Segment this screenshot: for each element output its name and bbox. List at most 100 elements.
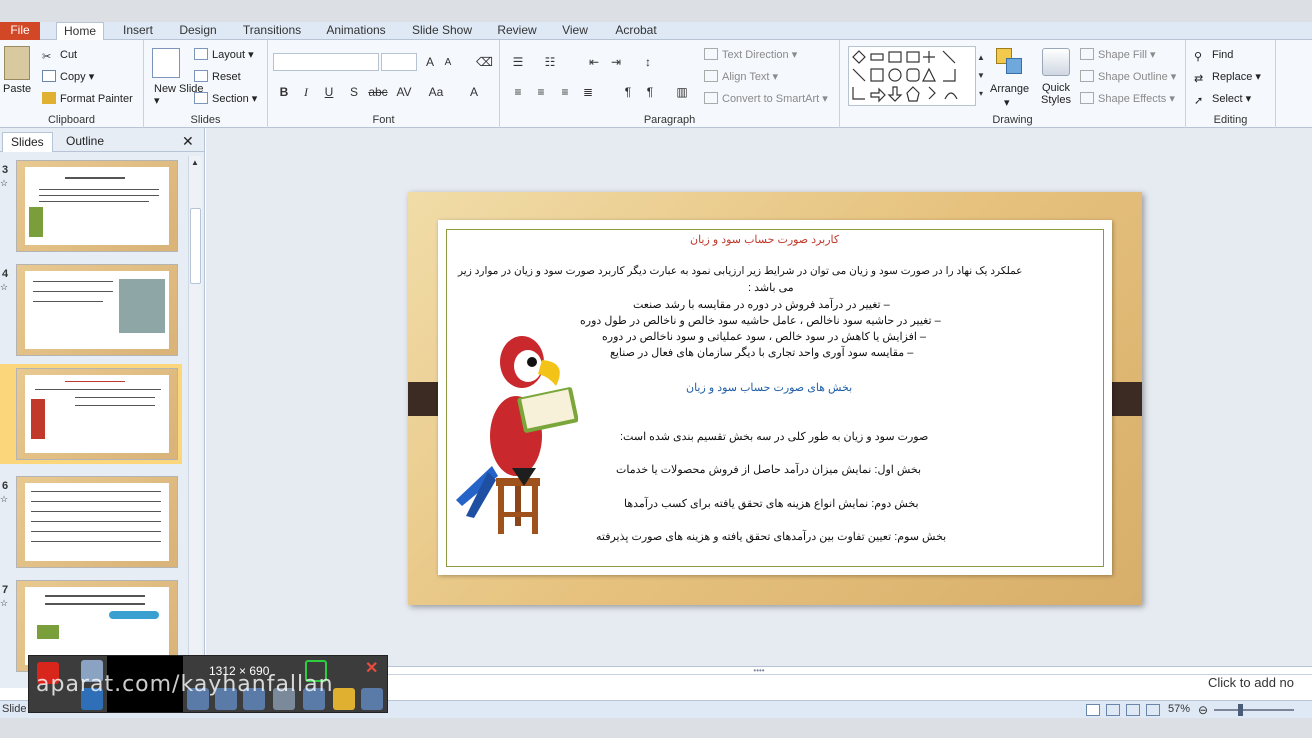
tab-home[interactable]: Home [56,22,104,41]
format-painter-button[interactable]: Format Painter [42,92,133,106]
layout-button[interactable]: Layout ▾ [194,48,254,62]
shrink-font-icon[interactable]: A [440,55,456,71]
section-button[interactable]: Section ▾ [194,92,257,106]
select-label: Select [1212,93,1243,105]
tab-animations[interactable]: Animations [322,22,390,40]
increase-indent-icon[interactable]: ⇥ [608,54,624,70]
shapes-gallery[interactable] [848,46,976,106]
tab-view[interactable]: View [556,22,594,40]
numbering-icon[interactable]: ☷ [542,54,558,70]
cut-button[interactable]: ✂ Cut [42,48,77,63]
shape-effects-button[interactable]: Shape Effects ▾ [1080,92,1175,106]
slide-sorter-icon[interactable] [1106,704,1120,716]
gallery-more-icon[interactable]: ▾ [976,86,986,102]
paste-icon [4,46,30,80]
text-direction-button[interactable]: Text Direction ▾ [704,48,797,62]
zoom-level[interactable]: 57% [1168,703,1190,715]
font-name-combo[interactable] [273,53,379,71]
font-group-label: Font [372,114,395,126]
tab-outline[interactable]: Outline [58,132,112,152]
slide-thumbnail-selected[interactable] [16,368,178,460]
reset-button[interactable]: Reset [194,70,241,84]
slide-thumbnail[interactable] [16,476,178,568]
shadow-icon[interactable]: S [346,84,362,100]
scroll-thumb[interactable] [190,208,201,284]
bullets-icon[interactable]: ☰ [510,54,526,70]
reading-view-icon[interactable] [1126,704,1140,716]
zoom-out-icon[interactable]: ⊖ [1198,703,1208,717]
columns-icon[interactable]: ▥ [674,84,690,100]
arrange-icon [996,48,1024,76]
align-left-icon[interactable]: ≡ [510,84,526,100]
section-icon [194,92,208,104]
gallery-down-icon[interactable]: ▼ [976,68,986,84]
tab-file[interactable]: File [0,22,40,40]
justify-icon[interactable]: ≣ [580,84,596,100]
text-direction-label: Text Direction [722,49,789,61]
animation-star-icon: ☆ [0,178,9,188]
underline-icon[interactable]: U [321,84,337,100]
char-spacing-icon[interactable]: AV [394,84,414,100]
replace-button[interactable]: ⇄ Replace ▾ [1194,70,1261,85]
shape-effects-icon [1080,92,1094,104]
normal-view-icon[interactable] [1086,704,1100,716]
grow-font-icon[interactable]: A [422,54,438,70]
align-right-icon[interactable]: ≡ [557,84,573,100]
font-color-icon[interactable]: A [466,84,482,100]
shape-fill-button[interactable]: Shape Fill ▾ [1080,48,1156,62]
recorder-close-icon[interactable]: ✕ [365,658,378,678]
parrot-illustration [456,336,578,534]
ltr-icon[interactable]: ¶ [620,84,636,100]
quick-styles-icon [1042,48,1070,76]
notes-placeholder: Click to add no [1208,675,1294,690]
tab-transitions[interactable]: Transitions [238,22,306,40]
slide-thumbnail[interactable] [16,264,178,356]
zoom-slider[interactable] [1214,709,1294,711]
tab-insert[interactable]: Insert [118,22,158,40]
decrease-indent-icon[interactable]: ⇤ [586,54,602,70]
find-label: Find [1212,49,1234,61]
convert-smartart-button[interactable]: Convert to SmartArt ▾ [704,92,828,106]
align-center-icon[interactable]: ≡ [533,84,549,100]
quick-styles-button[interactable]: Quick Styles [1038,82,1074,106]
current-slide[interactable]: کاربرد صورت حساب سود و زیان عملکرد یک نه… [408,192,1142,605]
tab-acrobat[interactable]: Acrobat [610,22,662,40]
arrange-label: Arrange [990,83,1030,95]
clear-format-icon[interactable]: ⌫ [476,54,493,70]
tab-review[interactable]: Review [494,22,540,40]
slide-paragraph-2: بخش اول: نمایش میزان درآمد حاصل از فروش … [616,464,922,476]
rtl-icon[interactable]: ¶ [642,84,658,100]
find-button[interactable]: ⚲ Find [1194,48,1234,63]
gallery-up-icon[interactable]: ▲ [976,50,986,66]
folder-icon[interactable] [333,688,355,710]
close-panel-icon[interactable]: ✕ [182,132,194,152]
thumbnail-scrollbar[interactable]: ▲ [188,156,202,686]
zoom-slider-thumb[interactable] [1238,704,1243,716]
slideshow-view-icon[interactable] [1146,704,1160,716]
slide-thumbnail[interactable] [16,160,178,252]
tab-slides[interactable]: Slides [2,132,53,152]
shape-outline-button[interactable]: Shape Outline ▾ [1080,70,1176,84]
paragraph-group: ☰ ☷ ⇤ ⇥ ↕ ≡ ≡ ≡ ≣ ¶ ¶ ▥ Text Direction ▾… [500,40,840,128]
tab-design[interactable]: Design [176,22,220,40]
scroll-up-icon[interactable]: ▲ [191,158,200,167]
bold-icon[interactable]: B [276,84,292,100]
tab-slide-show[interactable]: Slide Show [408,22,476,40]
brush-icon [42,92,56,104]
copy-label: Copy [60,71,86,83]
change-case-icon[interactable]: Aa [426,84,446,100]
line-spacing-icon[interactable]: ↕ [640,54,656,70]
settings-gear-icon[interactable] [361,688,383,710]
align-text-button[interactable]: Align Text ▾ [704,70,778,84]
shape-effects-label: Shape Effects [1098,93,1167,105]
slides-panel: Slides Outline ✕ 3 ☆ 4 ☆ 5 ☆ 6 ☆ 7 ☆ 8 ▲ [0,128,205,688]
slide-indicator: Slide [2,703,27,715]
arrange-button[interactable]: Arrange ▾ [990,82,1029,110]
paste-button[interactable]: Paste [3,82,31,96]
strikethrough-icon[interactable]: abc [368,84,388,100]
copy-button[interactable]: Copy ▾ [42,70,94,84]
italic-icon[interactable]: I [298,84,314,100]
select-button[interactable]: ➚ Select ▾ [1194,92,1251,107]
slide-intro-line-2: می باشد : [748,282,794,294]
font-size-combo[interactable] [381,53,417,71]
